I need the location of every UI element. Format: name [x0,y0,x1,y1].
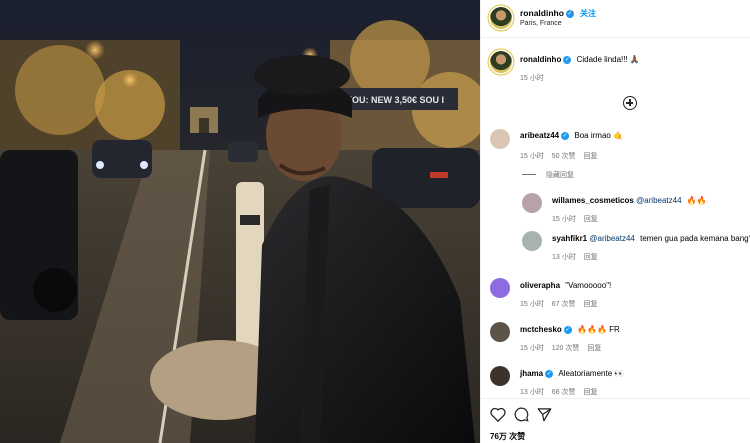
comment-time: 15 小时 [520,301,544,308]
comment-likes[interactable]: 120 次赞 [552,345,580,352]
share-icon[interactable] [537,407,552,422]
comment-time: 13 小时 [520,389,544,396]
commenter-avatar[interactable] [490,322,510,342]
comment-text: 🔥🔥 [686,196,707,205]
comment-line: jhama ✓ Aleatoriamente 👀 [520,369,624,378]
post-header: ronaldinho ✓ • 关注 Paris, France [481,0,750,38]
commenter-avatar[interactable] [522,193,542,213]
comment-meta: 13 小时 回复 [552,252,606,262]
caption-author-avatar[interactable] [490,51,512,73]
reply-button[interactable]: 回复 [584,216,598,223]
verified-icon: ✓ [545,369,554,378]
comment-mention[interactable]: @aribeatz44 [589,234,634,243]
hide-replies-button[interactable]: 隐藏回复 [546,170,574,180]
commenter-username[interactable]: mctchesko [520,325,562,334]
commenter-avatar[interactable] [490,129,510,149]
comment-time: 15 小时 [552,216,576,223]
likes-count[interactable]: 76万 次赞 [490,431,525,442]
comment-text: temen gua pada kemana bang? [640,234,750,243]
comment-line: syahfikr1 @aribeatz44 temen gua pada kem… [552,234,750,243]
separator-dot: • [571,8,574,17]
verified-icon: ✓ [563,325,572,334]
shop-sign-text: YOU: NEW 3,50€ SOU I [346,95,444,105]
comment-likes[interactable]: 50 次赞 [552,153,576,160]
post-viewer: YOU: NEW 3,50€ SOU I ronaldinho ✓ • 关注 P… [0,0,750,443]
comment-meta: 15 小时 67 次赞 回复 [520,299,605,309]
comment-likes[interactable]: 67 次赞 [552,301,576,308]
verified-icon: ✓ [563,55,572,64]
commenter-avatar[interactable] [490,278,510,298]
caption-time: 15 小时 [520,75,544,82]
comment-text: Aleatoriamente 👀 [558,369,625,378]
commenter-username[interactable]: jhama [520,369,543,378]
commenter-avatar[interactable] [490,366,510,386]
reply-button[interactable]: 回复 [584,254,598,261]
comment-time: 15 小时 [520,345,544,352]
follow-button[interactable]: 关注 [580,8,596,19]
comment-meta: 13 小时 68 次赞 回复 [520,387,605,397]
caption-author[interactable]: ronaldinho [520,55,561,64]
comment-meta: 15 小时 120 次赞 回复 [520,343,609,353]
comments-panel: ronaldinho ✓ • 关注 Paris, France ronaldinh… [480,0,750,443]
post-photo[interactable]: YOU: NEW 3,50€ SOU I [0,0,480,443]
author-avatar[interactable] [490,7,512,29]
commenter-username[interactable]: willames_cosmeticos [552,196,634,205]
comment-time: 13 小时 [552,254,576,261]
commenter-username[interactable]: aribeatz44 [520,131,559,140]
author-username[interactable]: ronaldinho ✓ [520,8,574,18]
heart-icon[interactable] [490,407,506,422]
caption-text: Cidade linda!!! 🙏🏾 [576,55,640,64]
comment-time: 15 小时 [520,153,544,160]
comment-meta: 15 小时 回复 [552,214,606,224]
reply-button[interactable]: 回复 [583,389,597,396]
comment-line: aribeatz44 ✓ Boa irmao 🤙 [520,131,623,140]
comment-text: "Vamooooo"! [565,281,612,290]
verified-icon: ✓ [561,131,570,140]
photo-scene: YOU: NEW 3,50€ SOU I [0,0,480,443]
plus-circle-icon[interactable] [623,96,637,110]
comment-line: willames_cosmeticos @aribeatz44 🔥🔥 [552,196,707,205]
comment-line: mctchesko ✓ 🔥🔥🔥 FR [520,325,620,334]
comment-text: Boa irmao 🤙 [574,131,624,140]
post-actions: 76万 次赞 [481,398,750,443]
author-username-text[interactable]: ronaldinho [520,8,564,18]
comment-meta: 15 小时 50 次赞 回复 [520,151,605,161]
comment-likes[interactable]: 68 次赞 [552,389,576,396]
location-link[interactable]: Paris, France [520,20,562,27]
commenter-username[interactable]: oliverapha [520,281,560,290]
reply-button[interactable]: 回复 [587,345,601,352]
commenter-avatar[interactable] [522,231,542,251]
hide-replies-line [522,174,536,175]
comment-text: 🔥🔥🔥 FR [577,325,620,334]
comment-mention[interactable]: @aribeatz44 [636,196,681,205]
reply-button[interactable]: 回复 [583,301,597,308]
comment-line: oliverapha "Vamooooo"! [520,281,611,290]
commenter-username[interactable]: syahfikr1 [552,234,587,243]
comment-icon[interactable] [514,407,529,422]
reply-button[interactable]: 回复 [583,153,597,160]
caption-line: ronaldinho ✓ Cidade linda!!! 🙏🏾 [520,55,640,64]
